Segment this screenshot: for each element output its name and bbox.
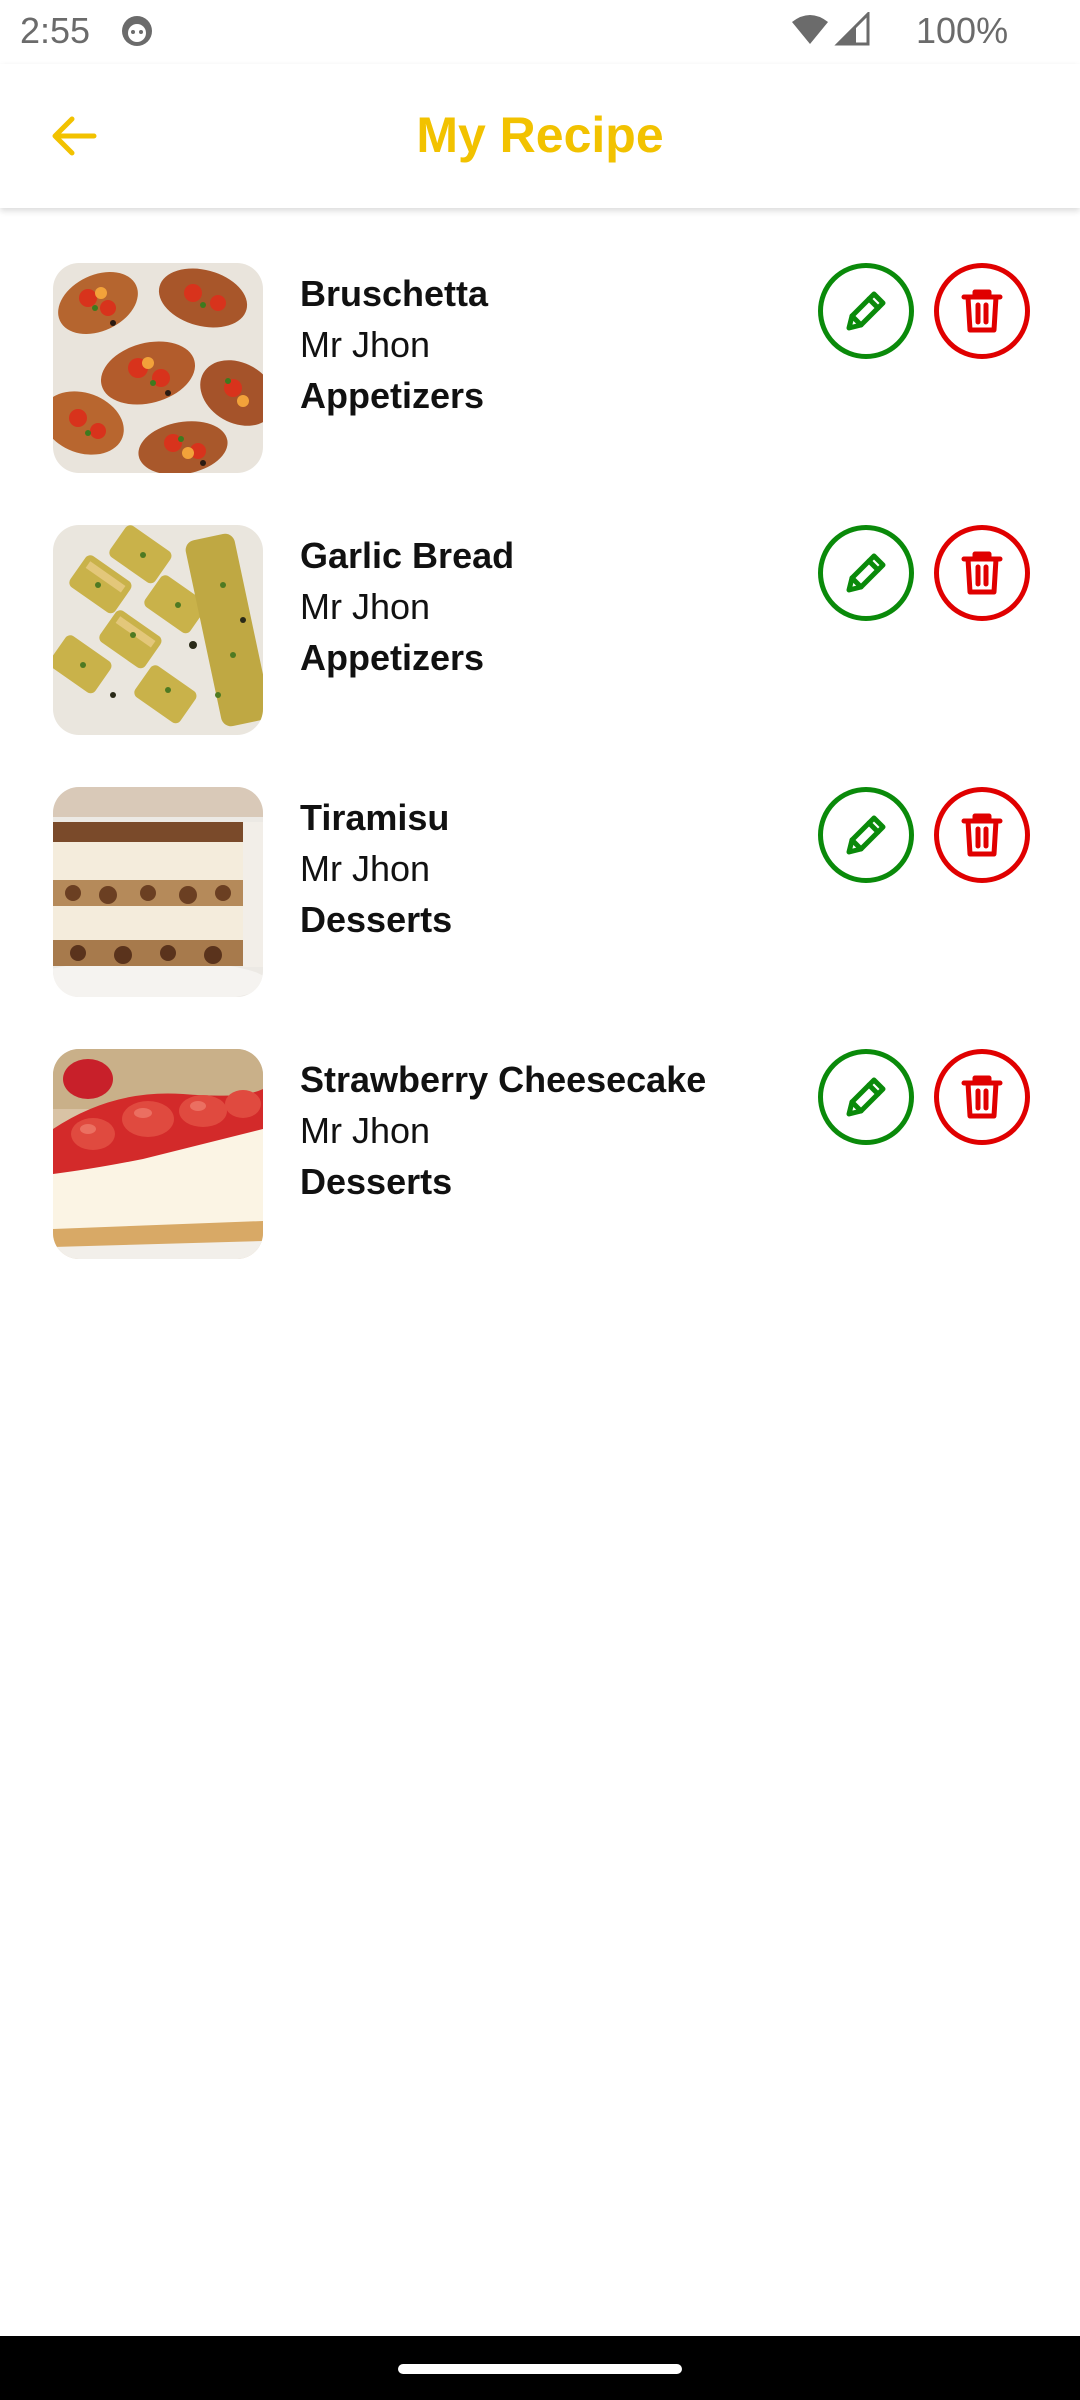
home-gesture-handle[interactable] [398, 2364, 682, 2374]
recipe-info: Strawberry Cheesecake Mr Jhon Desserts [300, 1054, 800, 1208]
recipe-image [53, 787, 263, 997]
edit-button[interactable] [818, 525, 914, 621]
recipe-item[interactable]: Strawberry Cheesecake Mr Jhon Desserts [0, 1016, 1080, 1278]
recipe-info: Tiramisu Mr Jhon Desserts [300, 792, 800, 946]
recipe-category: Appetizers [300, 375, 485, 416]
recipe-category: Appetizers [300, 637, 485, 678]
pencil-icon [846, 1077, 886, 1117]
navigation-bar [0, 2336, 1080, 2400]
recipe-category: Desserts [300, 899, 453, 940]
recipe-name: Strawberry Cheesecake [300, 1059, 707, 1100]
page-title: My Recipe [416, 107, 664, 163]
recipe-author: Mr Jhon [300, 324, 431, 365]
pencil-icon [846, 553, 886, 593]
recipe-info: Bruschetta Mr Jhon Appetizers [300, 268, 800, 422]
recipe-info: Garlic Bread Mr Jhon Appetizers [300, 530, 800, 684]
delete-button[interactable] [934, 1049, 1030, 1145]
edit-button[interactable] [818, 263, 914, 359]
recipe-author: Mr Jhon [300, 1110, 431, 1151]
recipe-list: Bruschetta Mr Jhon Appetizers Garlic Bre… [0, 230, 1080, 1278]
edit-button[interactable] [818, 787, 914, 883]
edit-button[interactable] [818, 1049, 914, 1145]
wifi-icon [790, 12, 830, 46]
recipe-image [53, 525, 263, 735]
recipe-category: Desserts [300, 1161, 453, 1202]
screen: 2:55 100% My Recipe Bruschetta Mr Jhon A… [0, 0, 1080, 2400]
recipe-image [53, 1049, 263, 1259]
delete-button[interactable] [934, 525, 1030, 621]
trash-icon [961, 289, 1003, 333]
delete-button[interactable] [934, 787, 1030, 883]
recipe-name: Garlic Bread [300, 535, 515, 576]
pencil-icon [846, 291, 886, 331]
status-time: 2:55 [20, 10, 91, 51]
delete-button[interactable] [934, 263, 1030, 359]
trash-icon [961, 1075, 1003, 1119]
recipe-author: Mr Jhon [300, 848, 431, 889]
notification-icon [120, 14, 154, 48]
recipe-image [53, 263, 263, 473]
recipe-item[interactable]: Bruschetta Mr Jhon Appetizers [0, 230, 1080, 492]
signal-icon [834, 10, 870, 46]
recipe-item[interactable]: Tiramisu Mr Jhon Desserts [0, 754, 1080, 1016]
trash-icon [961, 551, 1003, 595]
pencil-icon [846, 815, 886, 855]
recipe-item[interactable]: Garlic Bread Mr Jhon Appetizers [0, 492, 1080, 754]
status-bar: 2:55 100% [0, 0, 1080, 64]
battery-level: 100% [916, 10, 1009, 51]
recipe-name: Bruschetta [300, 273, 489, 314]
recipe-name: Tiramisu [300, 797, 450, 838]
app-bar: My Recipe [0, 64, 1080, 208]
recipe-author: Mr Jhon [300, 586, 431, 627]
trash-icon [961, 813, 1003, 857]
